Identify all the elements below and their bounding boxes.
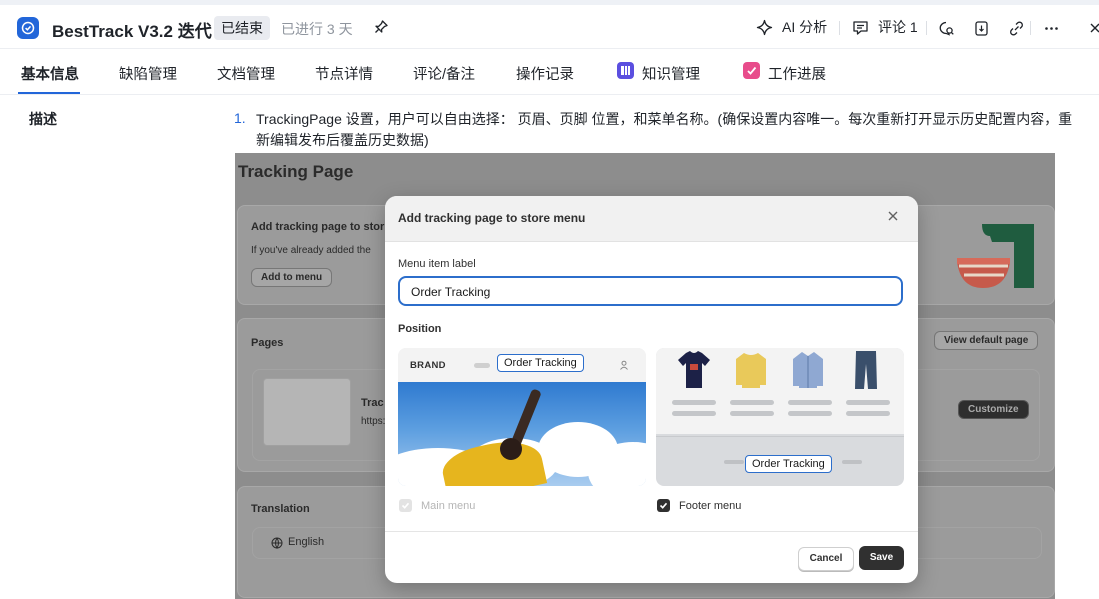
- header-menu-pill: Order Tracking: [497, 354, 584, 372]
- footer-menu-checkbox[interactable]: [657, 499, 670, 512]
- divider: [1030, 21, 1031, 35]
- user-icon: [620, 360, 628, 370]
- header-bar: BestTrack V3.2 迭代 已结束 已进行 3 天 AI 分析 评论 1: [0, 5, 1099, 49]
- footer-placeholder: [842, 460, 862, 464]
- status-badge: 已结束: [214, 16, 270, 40]
- save-button[interactable]: Save: [859, 546, 904, 570]
- modal-footer-divider: [385, 531, 918, 532]
- tab-defects[interactable]: 缺陷管理: [119, 63, 177, 84]
- sparkle-icon: [756, 19, 773, 35]
- menu-item-input[interactable]: Order Tracking: [398, 276, 903, 306]
- globe-icon: [271, 537, 283, 549]
- brand-text: BRAND: [410, 360, 446, 371]
- tab-basic-info[interactable]: 基本信息: [21, 63, 79, 84]
- position-label: Position: [398, 323, 442, 335]
- page-name: Trac: [361, 397, 384, 409]
- menu-item-label: Menu item label: [398, 258, 476, 270]
- pin-icon[interactable]: [373, 19, 389, 40]
- export-icon[interactable]: [971, 18, 991, 38]
- modal-title: Add tracking page to store menu: [398, 211, 586, 225]
- product-image: [736, 353, 766, 388]
- ai-analysis-button[interactable]: AI 分析: [756, 17, 827, 37]
- footer-position-preview[interactable]: Order Tracking: [656, 348, 904, 486]
- knowledge-icon: [617, 62, 634, 79]
- product-image: [793, 352, 823, 388]
- modal-header: Add tracking page to store menu: [385, 196, 918, 242]
- comment-button[interactable]: 评论 1: [852, 17, 918, 37]
- footer-menu-label: Footer menu: [679, 499, 742, 512]
- active-tab-indicator: [18, 92, 80, 94]
- add-tracking-modal: Add tracking page to store menu Menu ite…: [385, 196, 918, 583]
- cancel-button[interactable]: Cancel: [798, 547, 854, 571]
- tab-work-progress[interactable]: 工作进展: [768, 63, 826, 84]
- main-menu-checkbox[interactable]: [399, 499, 412, 512]
- preview-navbar: BRAND Order Tracking: [398, 348, 646, 382]
- product-image: [678, 351, 710, 388]
- illustration-icon: [957, 224, 1034, 288]
- more-icon[interactable]: [1041, 18, 1061, 38]
- modal-close-icon[interactable]: [887, 210, 899, 226]
- product-grid: [656, 348, 904, 434]
- product-image: [855, 351, 877, 389]
- page-title: BestTrack V3.2 迭代: [52, 22, 212, 41]
- main-menu-label: Main menu: [421, 499, 476, 512]
- description-text: TrackingPage 设置，用户可以自由选择： 页眉、页脚 位置，和菜单名称…: [256, 111, 1073, 148]
- description-label: 描述: [29, 111, 57, 127]
- tab-node-details[interactable]: 节点详情: [315, 63, 373, 84]
- card-title: Add tracking page to stor: [251, 221, 385, 233]
- tab-operation-log[interactable]: 操作记录: [516, 63, 574, 84]
- language-label: English: [288, 536, 325, 548]
- tab-bar: 基本信息 缺陷管理 文档管理 节点详情 评论/备注 操作记录 知识管理 工作进展: [0, 49, 1099, 95]
- divider: [839, 21, 840, 35]
- app-icon: [17, 17, 39, 39]
- hero-image: [398, 382, 646, 486]
- comment-label: 评论 1: [878, 19, 918, 35]
- footer-divider: [656, 436, 904, 437]
- list-number: 1.: [234, 110, 246, 126]
- link-icon[interactable]: [1006, 18, 1026, 38]
- footer-menu-pill: Order Tracking: [745, 455, 832, 473]
- view-default-page-button[interactable]: View default page: [934, 331, 1039, 350]
- comment-icon: [853, 20, 868, 35]
- main-menu-option[interactable]: Main menu: [399, 499, 475, 512]
- tab-knowledge[interactable]: 知识管理: [642, 63, 700, 84]
- elapsed-text: 已进行 3 天: [281, 21, 353, 37]
- ai-analysis-label: AI 分析: [782, 19, 828, 35]
- add-to-menu-button[interactable]: Add to menu: [251, 268, 333, 287]
- work-progress-icon: [743, 62, 760, 79]
- nav-placeholder: [474, 363, 490, 368]
- tab-comments[interactable]: 评论/备注: [413, 63, 475, 84]
- screenshot-page-title: Tracking Page: [238, 162, 354, 181]
- footer-placeholder: [724, 460, 744, 464]
- card-text: If you've already added the: [251, 245, 371, 256]
- header-position-preview[interactable]: BRAND Order Tracking: [398, 348, 646, 486]
- customize-button[interactable]: Customize: [958, 400, 1029, 419]
- translation-title: Translation: [251, 503, 310, 515]
- footer-menu-option[interactable]: Footer menu: [657, 499, 741, 512]
- tab-documents[interactable]: 文档管理: [217, 63, 275, 84]
- divider: [926, 21, 927, 35]
- search-chat-icon[interactable]: [936, 18, 956, 38]
- close-icon[interactable]: [1085, 18, 1099, 38]
- pages-title: Pages: [251, 337, 284, 349]
- page-thumbnail: [263, 378, 351, 446]
